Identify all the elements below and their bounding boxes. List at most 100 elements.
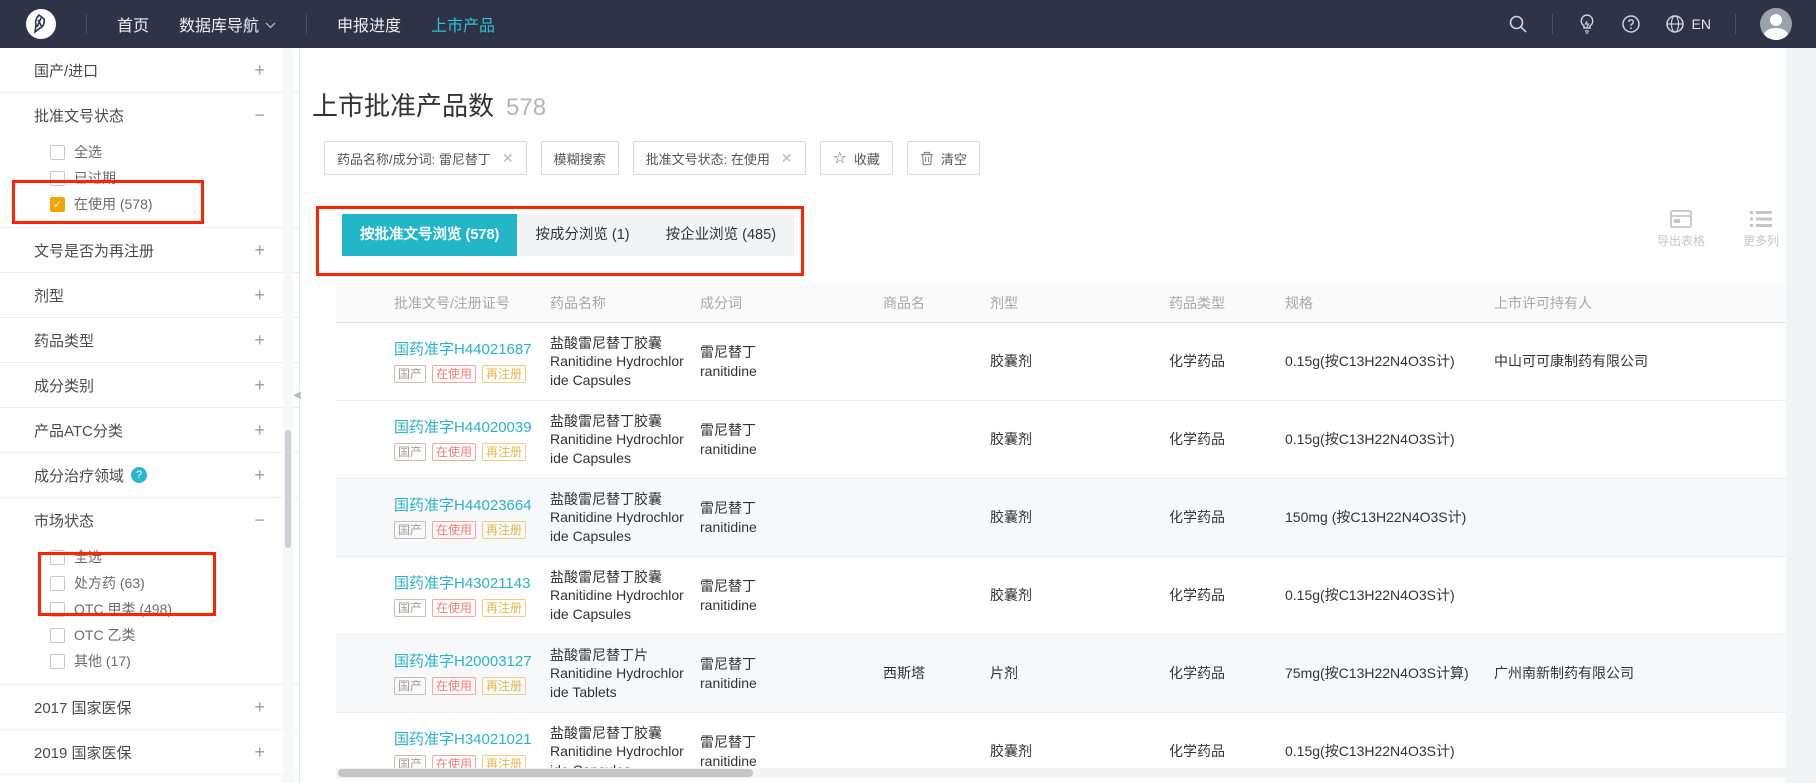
approval-number-link[interactable]: 国药准字H44023664 xyxy=(394,496,536,516)
table-row[interactable]: 国药准字H20003127 国产在使用再注册 盐酸雷尼替丁片Ranitidine… xyxy=(336,635,1786,713)
sidebar-section-header[interactable]: 2019 国家医保 + xyxy=(34,730,265,774)
chevron-down-icon xyxy=(265,22,276,29)
sidebar-section-header[interactable]: 文号是否为再注册 + xyxy=(34,228,265,272)
drug-type: 化学药品 xyxy=(1169,742,1285,760)
drug-name-en: Ranitidine Hydrochloride Capsules xyxy=(550,586,686,622)
approval-number-link[interactable]: 国药准字H20003127 xyxy=(394,652,536,672)
globe-icon xyxy=(1665,14,1685,34)
sidebar-section-header[interactable]: 市场状态 − xyxy=(34,498,265,542)
nav-item-filing-progress[interactable]: 申报进度 xyxy=(337,12,401,36)
tab[interactable]: 按企业浏览 (485) xyxy=(648,214,794,256)
approval-number-link[interactable]: 国药准字H44020039 xyxy=(394,418,536,438)
expand-toggle-icon[interactable]: + xyxy=(254,285,265,306)
specification: 0.15g(按C13H22N4O3S计) xyxy=(1285,586,1494,604)
sidebar-section-header[interactable]: 产品ATC分类 + xyxy=(34,408,265,452)
sidebar-section-header[interactable]: 国产/进口 + xyxy=(34,48,265,92)
filter-checkbox-item[interactable]: ✓ 在使用 (578) xyxy=(50,191,265,217)
tab[interactable]: 按批准文号浏览 (578) xyxy=(342,214,517,256)
status-badges: 国产在使用再注册 xyxy=(394,677,536,695)
filter-checkbox-item[interactable]: 全选 xyxy=(50,544,265,570)
checkbox-label: OTC 乙类 xyxy=(74,625,135,645)
sidebar-section-header[interactable]: 成分治疗领域 ? + xyxy=(34,453,265,497)
expand-toggle-icon[interactable]: + xyxy=(254,742,265,763)
expand-toggle-icon[interactable]: + xyxy=(254,420,265,441)
approval-number-link[interactable]: 国药准字H34021021 xyxy=(394,730,536,750)
expand-toggle-icon[interactable]: + xyxy=(254,697,265,718)
sidebar-collapse-icon[interactable]: ◀ xyxy=(293,382,305,408)
checkbox[interactable] xyxy=(50,654,65,669)
column-header: 批准文号/注册证号 xyxy=(394,293,550,313)
filter-checkbox-item[interactable]: OTC 乙类 xyxy=(50,622,265,648)
filter-checkbox-item[interactable]: 处方药 (63) xyxy=(50,570,265,596)
tab[interactable]: 按成分浏览 (1) xyxy=(517,214,647,256)
avatar[interactable] xyxy=(1760,8,1792,40)
checkbox[interactable] xyxy=(50,628,65,643)
sidebar-section-header[interactable]: 上市药品目录集类别 + xyxy=(34,775,265,783)
ingredient-en: ranitidine xyxy=(700,596,869,614)
checkbox-label: 已过期 xyxy=(74,168,116,188)
status-badge: 再注册 xyxy=(482,677,526,695)
sidebar-section-header[interactable]: 剂型 + xyxy=(34,273,265,317)
expand-toggle-icon[interactable]: + xyxy=(254,60,265,81)
expand-toggle-icon[interactable]: − xyxy=(254,105,265,126)
filter-chip[interactable]: 模糊搜索 xyxy=(541,141,619,175)
filter-checkbox-item[interactable]: 其他 (17) xyxy=(50,648,265,674)
nav-item-marketed-products[interactable]: 上市产品 xyxy=(431,12,495,36)
ingredient-en: ranitidine xyxy=(700,518,869,536)
expand-toggle-icon[interactable]: + xyxy=(254,240,265,261)
approval-number-link[interactable]: 国药准字H44021687 xyxy=(394,340,536,360)
language-switch[interactable]: EN xyxy=(1665,14,1711,34)
ingredient-en: ranitidine xyxy=(700,752,869,770)
lightbulb-icon[interactable] xyxy=(1577,13,1597,35)
sidebar-scrollbar-thumb[interactable] xyxy=(285,430,291,548)
checkbox[interactable] xyxy=(50,550,65,565)
sidebar-section-header[interactable]: 批准文号状态 − xyxy=(34,93,265,137)
table-row[interactable]: 国药准字H43021143 国产在使用再注册 盐酸雷尼替丁胶囊Ranitidin… xyxy=(336,557,1786,635)
sidebar-section-header[interactable]: 药品类型 + xyxy=(34,318,265,362)
filter-checkbox-item[interactable]: OTC 甲类 (498) xyxy=(50,596,265,622)
filter-chip[interactable]: 批准文号状态: 在使用 ✕ xyxy=(633,141,806,175)
table-horizontal-scrollbar-thumb[interactable] xyxy=(338,769,753,777)
expand-toggle-icon[interactable]: − xyxy=(254,510,265,531)
dosage-form: 胶囊剂 xyxy=(990,508,1169,526)
filter-checkbox-item[interactable]: 已过期 xyxy=(50,165,265,191)
checkbox[interactable] xyxy=(50,171,65,186)
approval-number-link[interactable]: 国药准字H43021143 xyxy=(394,574,536,594)
checkbox[interactable] xyxy=(50,602,65,617)
checkbox-label: 全选 xyxy=(74,142,102,162)
table-row[interactable]: 国药准字H44020039 国产在使用再注册 盐酸雷尼替丁胶囊Ranitidin… xyxy=(336,401,1786,479)
more-columns-button[interactable]: 更多列 xyxy=(1732,210,1790,249)
status-badges: 国产在使用再注册 xyxy=(394,521,536,539)
sidebar-section-header[interactable]: 2017 国家医保 + xyxy=(34,685,265,729)
help-icon[interactable] xyxy=(1621,14,1641,34)
search-icon[interactable] xyxy=(1508,14,1528,34)
page-gutter xyxy=(1786,48,1816,783)
divider xyxy=(86,14,87,34)
checkbox[interactable] xyxy=(50,576,65,591)
sidebar-section-title: 成分治疗领域 xyxy=(34,465,124,486)
table-row[interactable]: 国药准字H44023664 国产在使用再注册 盐酸雷尼替丁胶囊Ranitidin… xyxy=(336,479,1786,557)
nav-item-home[interactable]: 首页 xyxy=(117,12,149,36)
column-header: 上市许可持有人 xyxy=(1494,293,1786,313)
sidebar-section-header[interactable]: 成分类别 + xyxy=(34,363,265,407)
filter-chip[interactable]: ☆ 收藏 xyxy=(820,141,893,175)
expand-toggle-icon[interactable]: + xyxy=(254,465,265,486)
filter-chip[interactable]: 药品名称/成分词: 雷尼替丁 ✕ xyxy=(324,141,527,175)
checkbox[interactable] xyxy=(50,145,65,160)
close-icon[interactable]: ✕ xyxy=(502,150,514,167)
filter-checkbox-item[interactable]: 全选 xyxy=(50,139,265,165)
trash-icon xyxy=(920,151,934,166)
filter-chip[interactable]: 清空 xyxy=(907,141,980,175)
checkbox[interactable]: ✓ xyxy=(50,197,65,212)
more-columns-icon xyxy=(1750,210,1772,228)
close-icon[interactable]: ✕ xyxy=(781,150,793,167)
chip-label: 批准文号状态: 在使用 xyxy=(646,149,770,168)
logo[interactable] xyxy=(26,9,56,39)
help-tooltip-icon[interactable]: ? xyxy=(131,467,147,483)
status-badge: 国产 xyxy=(394,443,426,461)
table-row[interactable]: 国药准字H44021687 国产在使用再注册 盐酸雷尼替丁胶囊Ranitidin… xyxy=(336,323,1786,401)
nav-item-database-nav[interactable]: 数据库导航 xyxy=(179,12,276,36)
export-table-button[interactable]: 导出表格 xyxy=(1652,210,1710,249)
expand-toggle-icon[interactable]: + xyxy=(254,375,265,396)
expand-toggle-icon[interactable]: + xyxy=(254,330,265,351)
